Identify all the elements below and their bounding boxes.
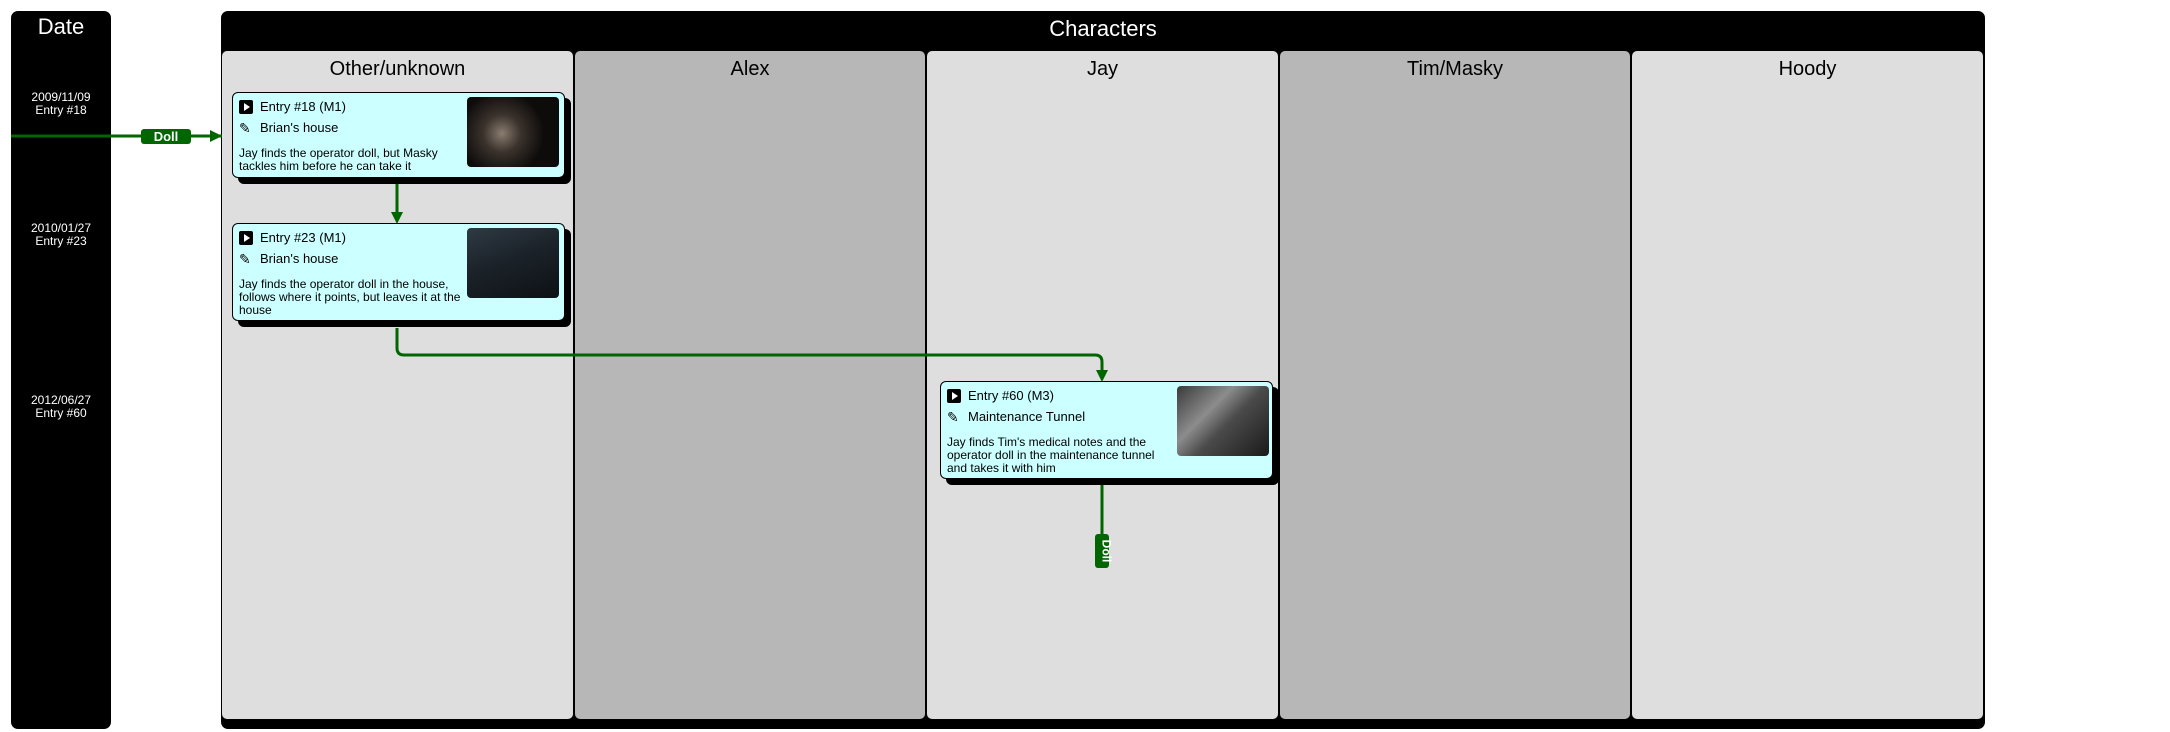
item-tag-label: Doll xyxy=(153,129,179,144)
entry-title: Entry #18 (M1) xyxy=(260,99,346,114)
description-line: follows where it points, but leaves it a… xyxy=(239,290,461,304)
video-thumbnail[interactable] xyxy=(467,228,559,298)
entry-card-18[interactable]: Entry #18 (M1) ✎ Brian's house Jay finds… xyxy=(232,92,565,178)
entry-location: Brian's house xyxy=(260,251,339,266)
description-line: tackles him before he can take it xyxy=(239,159,412,173)
entry-description: Jay finds the operator doll, but Masky t… xyxy=(239,147,438,173)
entry-card-23[interactable]: Entry #23 (M1) ✎ Brian's house Jay finds… xyxy=(232,223,565,321)
entry-location-row: ✎ Brian's house xyxy=(239,120,338,135)
entry-card-60[interactable]: Entry #60 (M3) ✎ Maintenance Tunnel Jay … xyxy=(940,381,1273,479)
entry-location-row: ✎ Brian's house xyxy=(239,251,338,266)
play-icon[interactable] xyxy=(239,99,253,114)
connector-23-to-60 xyxy=(395,328,1104,372)
doll-item-tag-outgoing[interactable]: Doll xyxy=(1095,534,1113,568)
item-tag-label: Doll xyxy=(1099,539,1114,563)
entry-title: Entry #60 (M3) xyxy=(968,388,1054,403)
play-icon[interactable] xyxy=(239,230,253,245)
play-icon[interactable] xyxy=(947,388,961,403)
entry-title: Entry #23 (M1) xyxy=(260,230,346,245)
entry-title-row: Entry #60 (M3) xyxy=(947,388,1054,403)
doll-item-tag-incoming[interactable]: Doll xyxy=(141,129,191,144)
entry-description: Jay finds the operator doll in the house… xyxy=(239,278,460,317)
entry-location: Maintenance Tunnel xyxy=(968,409,1086,424)
description-line: house xyxy=(239,303,272,317)
pushpin-icon: ✎ xyxy=(239,119,251,136)
pushpin-icon: ✎ xyxy=(239,250,251,267)
arrowhead xyxy=(210,130,222,142)
description-line: and takes it with him xyxy=(947,461,1056,475)
video-thumbnail[interactable] xyxy=(467,97,559,167)
video-thumbnail[interactable] xyxy=(1177,386,1269,456)
pushpin-icon: ✎ xyxy=(947,408,959,425)
entry-title-row: Entry #18 (M1) xyxy=(239,99,346,114)
entry-location: Brian's house xyxy=(260,120,339,135)
entry-location-row: ✎ Maintenance Tunnel xyxy=(947,409,1085,424)
entry-title-row: Entry #23 (M1) xyxy=(239,230,346,245)
entry-description: Jay finds Tim's medical notes and the op… xyxy=(947,436,1154,475)
